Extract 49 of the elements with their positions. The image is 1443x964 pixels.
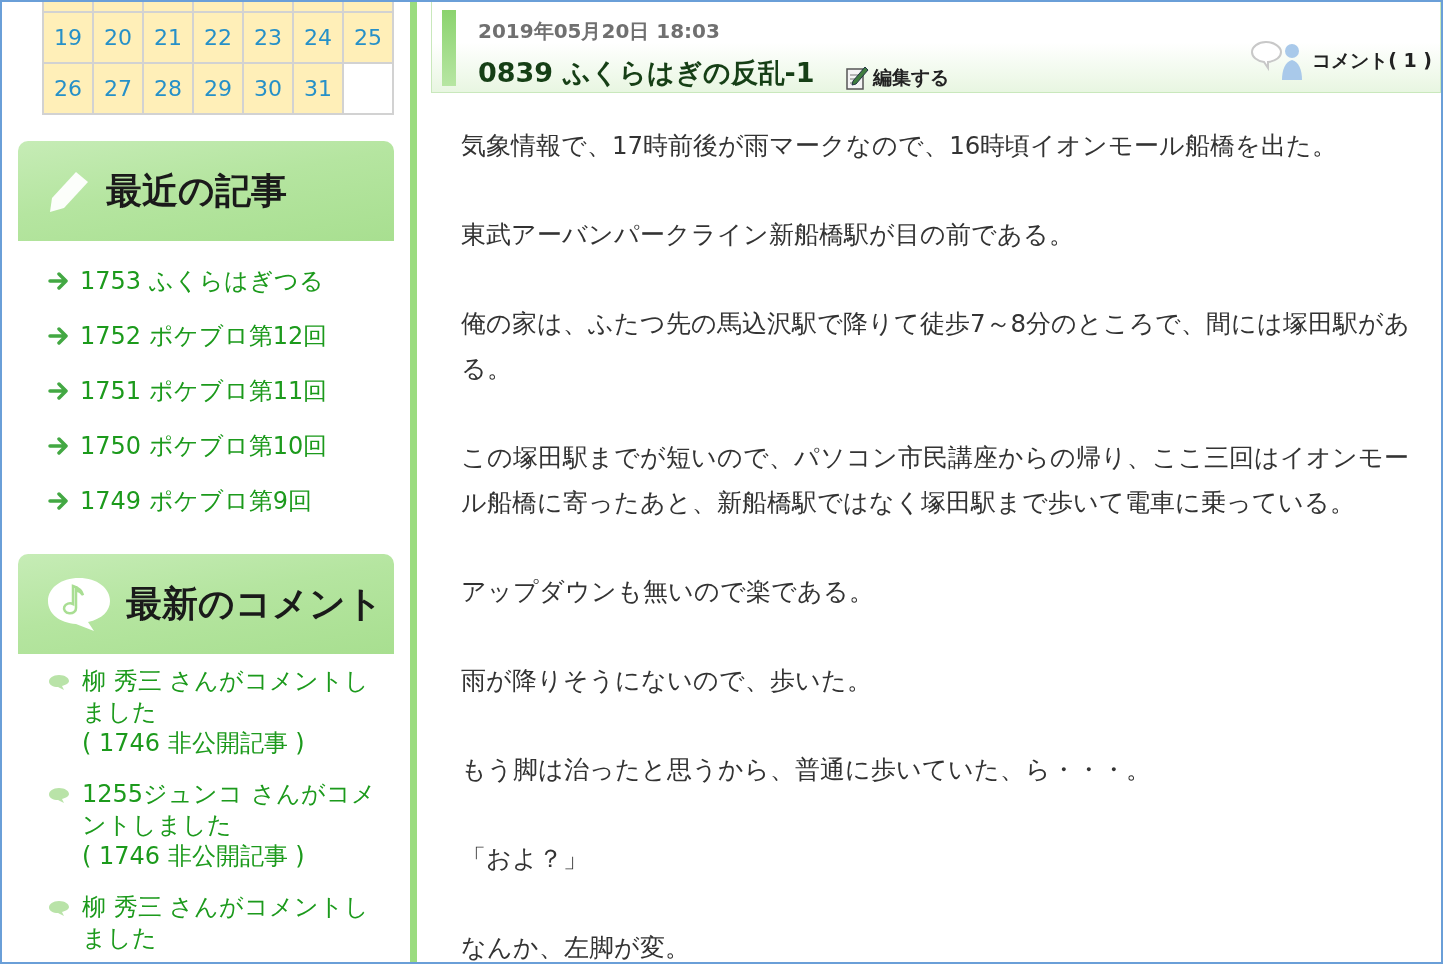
speech-bubble-icon <box>48 787 70 803</box>
paragraph: 気象情報で、17時前後が雨マークなので、16時頃イオンモール船橋を出た。 <box>461 130 1339 162</box>
speech-bubble-icon <box>48 674 70 690</box>
calendar-day[interactable]: 26 <box>43 63 93 114</box>
article-link[interactable]: 1753 ふくらはぎつる <box>80 264 324 297</box>
article-link[interactable]: 1750 ポケブロ第10回 <box>80 429 328 462</box>
calendar-day[interactable]: 19 <box>43 12 93 63</box>
section-header: 最近の記事 <box>18 141 394 241</box>
calendar-day[interactable]: 23 <box>243 12 293 63</box>
calendar-day[interactable]: 29 <box>193 63 243 114</box>
entry-title[interactable]: 0839 ふくらはぎの反乱-1 <box>478 55 815 91</box>
arrow-right-icon <box>48 436 70 455</box>
paragraph: アップダウンも無いので楽である。 <box>461 576 875 608</box>
paragraph: 雨が降りそうにないので、歩いた。 <box>461 665 873 697</box>
paragraph: 俺の家は、ふたつ先の馬込沢駅で降りて徒歩7～8分のところで、間には塚田駅がある。 <box>461 308 1412 385</box>
article-link[interactable]: ( 1746 非公開記事 ) <box>82 841 382 872</box>
calendar-day[interactable]: 31 <box>293 63 343 114</box>
calendar-day[interactable]: 20 <box>93 12 143 63</box>
calendar-day[interactable]: 30 <box>243 63 293 114</box>
paragraph: なんか、左脚が変。 <box>461 932 691 962</box>
article-link[interactable]: 1752 ポケブロ第12回 <box>80 319 328 352</box>
article-link[interactable]: 1751 ポケブロ第11回 <box>80 374 328 407</box>
calendar-day[interactable]: 27 <box>93 63 143 114</box>
paragraph: 「およ？」 <box>461 843 589 875</box>
arrow-right-icon <box>48 271 70 290</box>
comment-link[interactable]: 柳 秀三 さんがコメントしました <box>82 666 382 728</box>
arrow-right-icon <box>48 381 70 400</box>
article-link[interactable]: 1749 ポケブロ第9回 <box>80 484 312 517</box>
calendar-day[interactable]: 25 <box>343 12 393 63</box>
calendar-day[interactable]: 21 <box>143 12 193 63</box>
section-header: 最新のコメント <box>18 554 394 654</box>
paragraph: 東武アーバンパークライン新船橋駅が目の前である。 <box>461 219 1075 251</box>
calendar-cell <box>343 63 393 114</box>
comment-link[interactable]: 柳 秀三 さんがコメントしました <box>82 892 382 954</box>
entry-date: 2019年05月20日 18:03 <box>478 18 721 45</box>
speech-bubble-icon <box>46 576 112 632</box>
article-link[interactable]: ( 1746 非公開記事 ) <box>82 728 382 759</box>
comment-count-link[interactable]: コメント( 1 ) <box>1312 48 1432 74</box>
edit-link[interactable]: 編集する <box>844 65 949 91</box>
paragraph: この塚田駅までが短いので、パソコン市民講座からの帰り、ここ三回はイオンモール船橋に寄ったあと、新船橋駅ではなく塚田駅まで歩いて電車に乗っている。 <box>461 442 1410 519</box>
calendar-day[interactable]: 28 <box>143 63 193 114</box>
arrow-right-icon <box>48 491 70 510</box>
calendar-day[interactable]: 24 <box>293 12 343 63</box>
arrow-right-icon <box>48 326 70 345</box>
paragraph: もう脚は治ったと思うから、普通に歩いていた、ら・・・。 <box>461 754 1152 786</box>
speech-bubble-icon <box>48 900 70 916</box>
comment-link[interactable]: 1255ジュンコ さんがコメントしました <box>82 779 382 841</box>
calendar-day[interactable]: 22 <box>193 12 243 63</box>
edit-note-icon <box>844 65 869 91</box>
